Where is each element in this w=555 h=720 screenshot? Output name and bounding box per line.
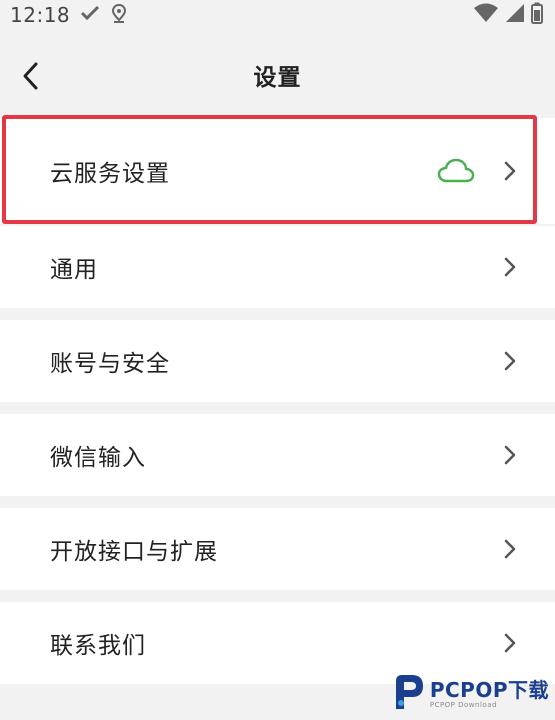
settings-item-contact-us[interactable]: 联系我们 xyxy=(0,602,555,684)
settings-item-label: 开放接口与扩展 xyxy=(50,539,218,565)
page-title: 设置 xyxy=(253,65,302,91)
chevron-right-icon xyxy=(503,160,517,182)
divider xyxy=(0,308,555,320)
settings-item-label: 微信输入 xyxy=(50,445,146,471)
location-icon xyxy=(110,3,128,27)
divider xyxy=(0,590,555,602)
status-right xyxy=(473,2,543,28)
check-icon xyxy=(80,5,100,25)
status-time: 12:18 xyxy=(10,3,71,27)
status-bar: 12:18 xyxy=(0,0,555,30)
divider xyxy=(0,496,555,508)
chevron-left-icon[interactable] xyxy=(14,58,46,94)
settings-item-label: 账号与安全 xyxy=(50,351,170,377)
settings-item-label: 云服务设置 xyxy=(50,161,170,187)
chevron-right-icon xyxy=(503,256,517,278)
settings-item-cloud-service[interactable]: 云服务设置 xyxy=(0,118,555,224)
pcpop-logo-icon xyxy=(392,673,426,715)
watermark-text: PCPOP下载 PCPOP Download xyxy=(430,680,549,709)
settings-item-label: 联系我们 xyxy=(50,633,146,659)
battery-icon xyxy=(531,2,543,28)
chevron-right-icon xyxy=(503,538,517,560)
status-left: 12:18 xyxy=(10,3,128,27)
watermark-main: PCPOP下载 xyxy=(429,677,549,702)
settings-list: 云服务设置 通用 账号与安全 微信输入 开放接口与扩展 联系我们 xyxy=(0,118,555,684)
settings-item-label: 通用 xyxy=(50,257,98,283)
settings-item-open-api[interactable]: 开放接口与扩展 xyxy=(0,508,555,590)
divider xyxy=(0,402,555,414)
watermark-sub: PCPOP Download xyxy=(429,700,497,709)
cloud-icon xyxy=(437,158,475,184)
settings-item-account-security[interactable]: 账号与安全 xyxy=(0,320,555,402)
watermark: PCPOP下载 PCPOP Download xyxy=(392,674,549,714)
chevron-right-icon xyxy=(503,632,517,654)
settings-item-general[interactable]: 通用 xyxy=(0,226,555,308)
chevron-right-icon xyxy=(503,350,517,372)
chevron-right-icon xyxy=(503,444,517,466)
signal-icon xyxy=(505,3,525,27)
wifi-icon xyxy=(473,3,499,27)
settings-item-wechat-input[interactable]: 微信输入 xyxy=(0,414,555,496)
header: 设置 xyxy=(0,40,555,110)
